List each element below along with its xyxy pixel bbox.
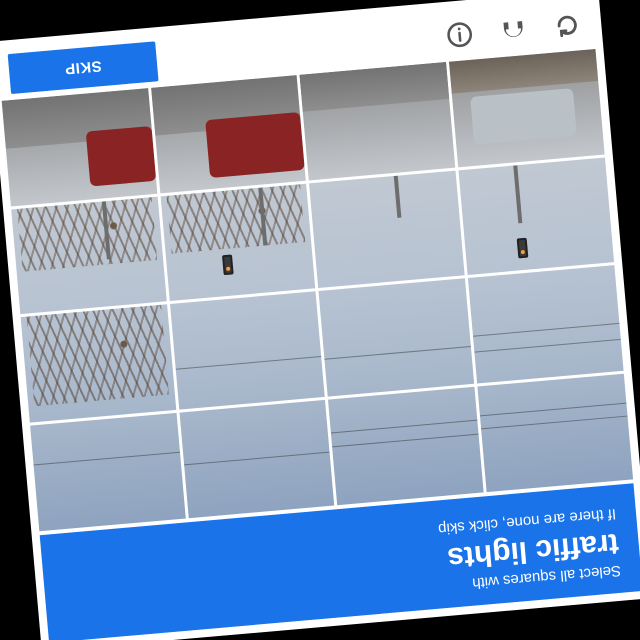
- grid-tile[interactable]: [20, 304, 177, 423]
- grid-tile[interactable]: [328, 387, 484, 506]
- grid-tile[interactable]: [30, 413, 186, 532]
- grid-tile[interactable]: [458, 157, 615, 276]
- grid-tile[interactable]: [160, 183, 316, 302]
- grid-tile[interactable]: [1, 88, 158, 207]
- grid-tile[interactable]: [477, 373, 634, 493]
- grid-tile[interactable]: [179, 400, 335, 519]
- image-grid: [1, 48, 634, 532]
- skip-button[interactable]: SKIP: [7, 41, 159, 95]
- reload-icon[interactable]: [550, 8, 585, 43]
- traffic-light-icon: [516, 237, 529, 259]
- grid-tile[interactable]: [150, 75, 307, 194]
- grid-tile[interactable]: [300, 62, 456, 181]
- grid-tile[interactable]: [309, 170, 465, 289]
- grid-tile[interactable]: [169, 291, 326, 410]
- grid-tile[interactable]: [449, 48, 605, 168]
- captcha-widget: Select all squares with traffic lights I…: [0, 0, 640, 640]
- grid-tile[interactable]: [319, 278, 475, 397]
- grid-tile[interactable]: [11, 196, 167, 315]
- info-icon[interactable]: [442, 17, 477, 52]
- traffic-light-icon: [221, 254, 234, 276]
- grid-tile[interactable]: [468, 265, 624, 384]
- headphones-icon[interactable]: [496, 13, 531, 48]
